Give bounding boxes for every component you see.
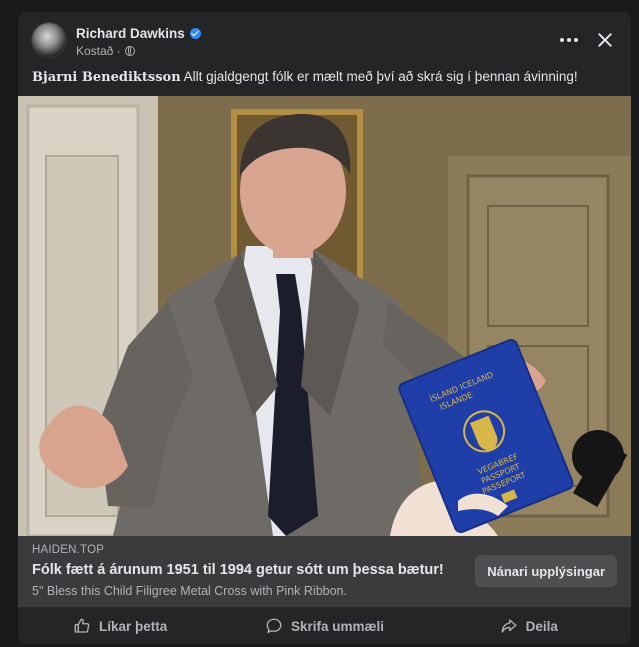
like-button[interactable]: Líkar þetta <box>18 607 222 644</box>
post-image[interactable]: ÍSLAND ICELAND ISLANDE VEGABRÉF PASSPORT… <box>18 96 631 536</box>
link-domain: HAIDEN.TOP <box>32 544 105 556</box>
post-header: Richard Dawkins Kostað · <box>18 12 631 68</box>
comment-bubble-icon <box>266 618 282 634</box>
post-actions: Líkar þetta Skrifa ummæli Deila <box>18 606 631 644</box>
link-title[interactable]: Fólk fætt á árunum 1951 til 1994 getur s… <box>32 562 444 578</box>
caption-text: Allt gjaldgengt fólk er mælt með því að … <box>180 69 578 84</box>
share-arrow-icon <box>501 619 517 633</box>
sponsored-post-card: Richard Dawkins Kostað · Bjarni Benedikt… <box>18 12 631 644</box>
thumbs-up-icon <box>74 618 90 633</box>
author-name[interactable]: Richard Dawkins <box>76 26 185 41</box>
close-icon[interactable] <box>593 28 617 52</box>
author-name-row[interactable]: Richard Dawkins <box>76 26 201 41</box>
more-options-icon[interactable] <box>557 30 581 50</box>
link-description: 5" Bless this Child Filigree Metal Cross… <box>32 584 347 598</box>
post-caption: Bjarni Benediktsson Allt gjaldgengt fólk… <box>32 68 619 87</box>
learn-more-button[interactable]: Nánari upplýsingar <box>475 555 617 587</box>
comment-label: Skrifa ummæli <box>290 618 384 634</box>
verified-badge-icon <box>189 28 201 39</box>
author-avatar[interactable] <box>32 23 66 57</box>
share-label: Deila <box>525 618 558 634</box>
caption-name: Bjarni Benediktsson <box>32 70 181 85</box>
sponsored-label[interactable]: Kostað · <box>76 44 121 58</box>
like-label: Líkar þetta <box>99 618 168 634</box>
globe-icon <box>124 46 135 56</box>
link-preview[interactable]: HAIDEN.TOP Fólk fætt á árunum 1951 til 1… <box>18 536 631 606</box>
comment-button[interactable]: Skrifa ummæli <box>222 607 426 644</box>
post-image-illustration: ÍSLAND ICELAND ISLANDE VEGABRÉF PASSPORT… <box>18 96 631 536</box>
post-meta: Kostað · <box>76 44 135 58</box>
share-button[interactable]: Deila <box>427 607 631 644</box>
